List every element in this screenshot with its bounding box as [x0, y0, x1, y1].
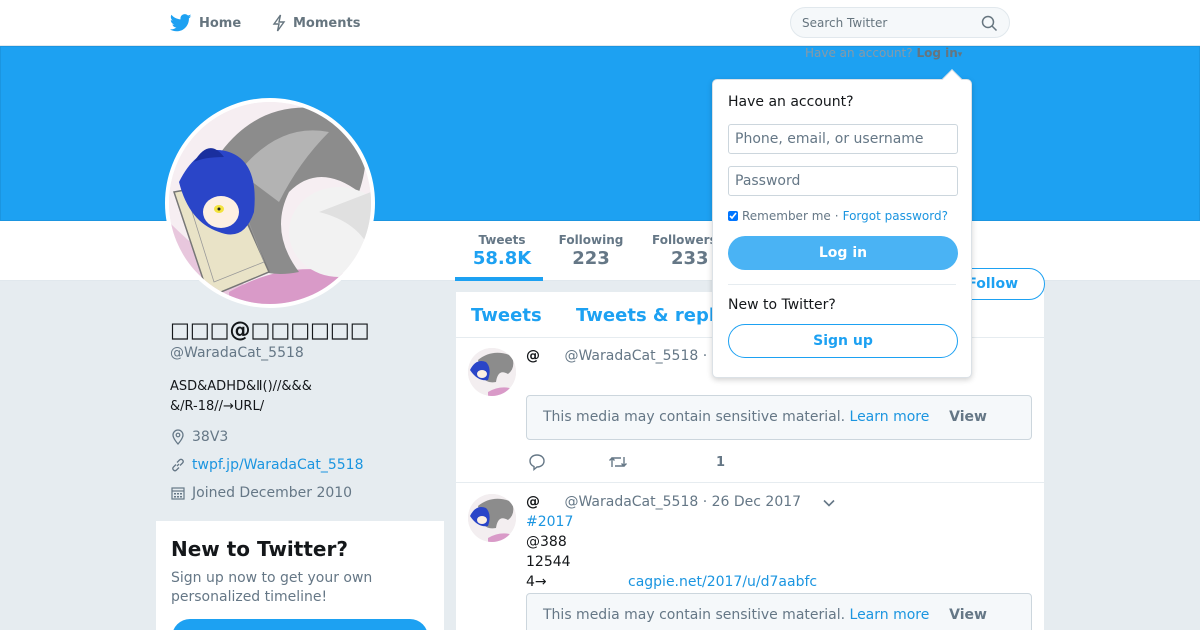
- tweet-separator: ·: [702, 348, 708, 364]
- profile-bio: ASD&ADHD&Ⅱ()//&&& &/R-18//→URL/: [170, 377, 312, 417]
- learn-more-link[interactable]: Learn more: [850, 607, 930, 623]
- lightning-icon: [272, 14, 286, 32]
- new-card-title: New to Twitter?: [171, 537, 348, 561]
- password-field[interactable]: [728, 166, 958, 196]
- tweet-display-name[interactable]: @: [526, 348, 540, 364]
- sensitive-media-notice: This media may contain sensitive materia…: [526, 593, 1032, 630]
- tweet-header: @ @WaradaCat_5518 ·: [526, 348, 707, 364]
- tweet-avatar[interactable]: [468, 348, 516, 396]
- tweet-line: @388: [526, 534, 567, 550]
- login-button[interactable]: Log in: [728, 236, 958, 270]
- profile-name: □□□@□□□□□□: [170, 318, 370, 342]
- calendar-icon: [171, 487, 185, 500]
- tweet-display-name[interactable]: @: [526, 494, 540, 510]
- stat-followers-label: Followers: [652, 233, 716, 247]
- tweet-avatar-illustration: [468, 494, 516, 542]
- tweet-handle[interactable]: @WaradaCat_5518: [564, 348, 698, 364]
- bio-line-2: &/R-18//→URL/: [170, 399, 265, 414]
- joined-text: Joined December 2010: [192, 485, 353, 501]
- location-pin-icon: [172, 429, 184, 445]
- top-navigation-bar: Home Moments Search Twitter: [0, 0, 1200, 46]
- profile-joined: Joined December 2010: [170, 485, 352, 501]
- remember-me-row: Remember me · Forgot password?: [728, 209, 956, 223]
- nav-home[interactable]: Home: [170, 14, 241, 32]
- active-stat-underline: [455, 277, 543, 281]
- tweet-date[interactable]: · 26 Dec 2017: [703, 494, 801, 510]
- like-count[interactable]: 1: [716, 455, 725, 470]
- forgot-password-link[interactable]: Forgot password?: [843, 209, 948, 223]
- remember-me-checkbox[interactable]: [728, 211, 738, 221]
- link-icon: [172, 458, 184, 472]
- dropdown-title: Have an account?: [728, 94, 854, 110]
- nav-moments[interactable]: Moments: [272, 14, 360, 32]
- tweet-line: 4→: [526, 574, 547, 590]
- signup-card-button[interactable]: [172, 619, 428, 630]
- login-trigger-prompt: Have an account?: [805, 46, 913, 60]
- stat-tweets-value: 58.8K: [472, 248, 532, 269]
- new-to-twitter-card: New to Twitter? Sign up now to get your …: [156, 521, 444, 630]
- stat-tweets-label: Tweets: [478, 233, 526, 247]
- profile-location: 38V3: [170, 429, 228, 445]
- twitter-bird-icon: [170, 14, 192, 32]
- remember-me-label: Remember me: [742, 209, 831, 223]
- view-media-button[interactable]: View: [949, 409, 987, 425]
- username-field[interactable]: [728, 124, 958, 154]
- retweet-icon[interactable]: [608, 453, 628, 471]
- view-media-button[interactable]: View: [949, 607, 987, 623]
- location-text: 38V3: [192, 429, 229, 445]
- stat-following-value: 223: [572, 248, 610, 269]
- nav-home-label: Home: [199, 15, 242, 31]
- sensitive-media-notice: This media may contain sensitive materia…: [526, 395, 1032, 440]
- stat-tweets[interactable]: Tweets 58.8K: [462, 233, 542, 269]
- tweet-url[interactable]: cagpie.net/2017/u/d7aabfc: [628, 572, 817, 592]
- search-input[interactable]: Search Twitter: [790, 7, 1010, 38]
- nav-moments-label: Moments: [293, 15, 361, 31]
- tweet[interactable]: @ @WaradaCat_5518 · 26 Dec 2017 #2017 @3…: [456, 484, 1044, 630]
- bio-line-1: ASD&ADHD&Ⅱ()//&&&: [170, 379, 312, 394]
- tweet-handle[interactable]: @WaradaCat_5518: [564, 494, 698, 510]
- profile-handle[interactable]: @WaradaCat_5518: [170, 345, 304, 361]
- tweet-actions: 1: [526, 453, 826, 473]
- avatar-illustration: [169, 102, 371, 304]
- sensitive-media-text: This media may contain sensitive materia…: [543, 607, 846, 623]
- tab-tweets[interactable]: Tweets: [471, 305, 542, 326]
- learn-more-link[interactable]: Learn more: [850, 409, 930, 425]
- dropdown-divider: [728, 284, 956, 285]
- reply-icon[interactable]: [528, 453, 546, 471]
- search-icon[interactable]: [981, 15, 998, 32]
- login-trigger-label[interactable]: Log in: [916, 46, 957, 60]
- stat-followers-value: 233: [671, 248, 709, 269]
- sensitive-media-text: This media may contain sensitive materia…: [543, 409, 846, 425]
- tweet-header: @ @WaradaCat_5518 · 26 Dec 2017: [526, 494, 801, 510]
- new-to-twitter-label: New to Twitter?: [728, 297, 836, 313]
- stat-following[interactable]: Following 223: [553, 233, 629, 269]
- stat-following-label: Following: [558, 233, 624, 247]
- tweet-line: 12544: [526, 554, 571, 570]
- chevron-down-icon[interactable]: [822, 496, 836, 510]
- tweet-hashtag[interactable]: #2017: [526, 512, 573, 532]
- signup-button[interactable]: Sign up: [728, 324, 958, 358]
- website-link[interactable]: twpf.jp/WaradaCat_5518: [192, 457, 363, 473]
- caret-down-icon: ▾: [957, 50, 963, 60]
- login-trigger[interactable]: Have an account? Log in▾: [805, 46, 962, 60]
- tab-tweets-and-replies[interactable]: Tweets & repl: [576, 305, 715, 326]
- profile-avatar[interactable]: [165, 98, 375, 308]
- search-placeholder: Search Twitter: [802, 15, 888, 30]
- tweet-avatar[interactable]: [468, 494, 516, 542]
- login-dropdown: Have an account? Remember me · Forgot pa…: [712, 69, 972, 378]
- tweet-text: #2017 @388 12544 4→ cagpie.net/2017/u/d7…: [526, 512, 817, 592]
- profile-website[interactable]: twpf.jp/WaradaCat_5518: [170, 457, 363, 473]
- tweet-avatar-illustration: [468, 348, 516, 396]
- remember-separator: ·: [834, 209, 839, 223]
- stat-followers[interactable]: Followers 233: [652, 233, 716, 269]
- follow-button-label: Follow: [967, 276, 1018, 292]
- new-card-text: Sign up now to get your own personalized…: [171, 570, 373, 605]
